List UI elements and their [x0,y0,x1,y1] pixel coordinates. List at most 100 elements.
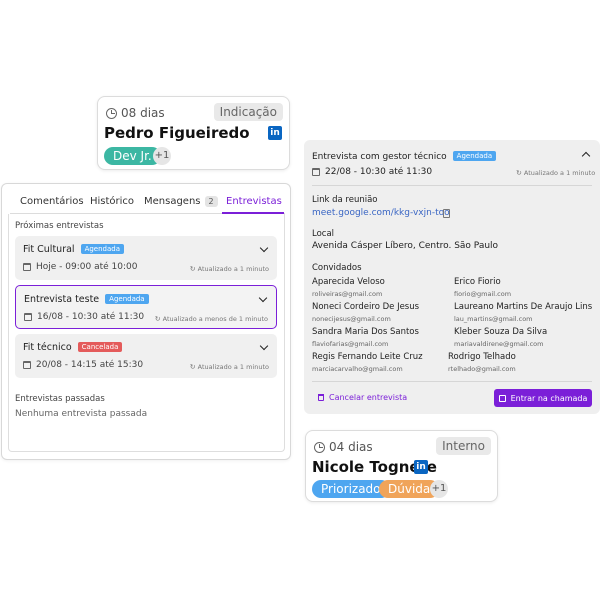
interview-title-row: Fit Cultural Agendada [23,244,125,255]
meeting-link-label: Link da reunião [312,195,378,205]
source-tag: Indicação [213,103,283,121]
candidate-name: Pedro Figueiredo [104,124,250,142]
interview-title-row: Entrevista teste Agendada [24,294,149,305]
guest-email: marciacarvalho@gmail.com [312,365,403,373]
interview-updated: ↻ Atualizado a menos de 1 minuto [155,315,268,323]
tab-mensagens-label: Mensagens [144,196,201,207]
chevron-down-icon[interactable] [258,293,268,303]
interview-updated-text: Atualizado a 1 minuto [197,265,269,273]
detail-date-row: 22/08 - 10:30 até 11:30 [312,167,432,177]
calendar-icon [23,263,31,271]
refresh-icon: ↻ [189,265,196,273]
cancel-interview-label: Cancelar entrevista [329,393,408,402]
status-badge: Cancelada [77,342,123,352]
join-call-label: Entrar na chamada [510,393,588,403]
refresh-icon: ↻ [189,363,196,371]
days-counter: 08 dias [106,106,165,120]
guest-name: Noneci Cordeiro De Jesus [312,302,420,312]
interview-updated: ↻ Atualizado a 1 minuto [190,363,269,371]
interview-item[interactable]: Fit Cultural Agendada Hoje - 09:00 até 10… [15,236,277,280]
more-tags-badge[interactable]: +1 [153,147,171,165]
guest-email: nonecijesus@gmail.com [312,315,391,323]
source-tag: Interno [436,437,491,455]
interviews-content: Próximas entrevistas Fit Cultural Agendad… [8,214,285,452]
calendar-icon [23,361,31,369]
guest-email: rtelhado@gmail.com [448,365,516,373]
past-interviews-empty: Nenhuma entrevista passada [15,409,148,419]
guest-name: Kleber Souza Da Silva [454,327,548,337]
days-text: 04 dias [329,440,373,454]
interview-date: 20/08 - 14:15 até 15:30 [36,360,144,370]
chevron-up-icon[interactable] [581,151,591,161]
chevron-down-icon[interactable] [259,243,269,253]
interview-date: Hoje - 09:00 até 10:00 [36,262,138,272]
interview-item[interactable]: Fit técnico Cancelada 20/08 - 14:15 até 1… [15,334,277,378]
interview-date-row: 20/08 - 14:15 até 15:30 [23,360,143,370]
guest-name: Laureano Martins De Araujo Lins [454,302,593,312]
detail-date: 22/08 - 10:30 até 11:30 [325,167,433,177]
interview-title-row: Fit técnico Cancelada [23,342,123,353]
status-badge: Agendada [80,244,125,254]
interview-title: Entrevista teste [24,294,100,305]
detail-updated-text: Atualizado a 1 minuto [523,169,596,177]
interview-updated-text: Atualizado a menos de 1 minuto [162,315,268,323]
more-tags-badge[interactable]: +1 [430,480,448,498]
guest-name: Erico Fiorio [454,277,501,287]
tab-entrevistas[interactable]: Entrevistas [226,196,282,207]
join-call-button[interactable]: Entrar na chamada [494,389,592,407]
guest-name: Sandra Maria Dos Santos [312,327,419,337]
trash-icon [318,394,324,401]
interview-date: 16/08 - 10:30 até 11:30 [37,312,145,322]
guest-email: roliveiras@gmail.com [312,290,383,298]
guest-email: flaviofarias@gmail.com [312,340,389,348]
guest-email: lau_martins@gmail.com [454,315,533,323]
detail-title-row: Entrevista com gestor técnico Agendada [312,151,497,162]
days-counter: 04 dias [314,440,373,454]
divider [312,185,592,186]
location-label: Local [312,229,335,239]
tab-bar: Comentários Histórico Mensagens 2 Entrevi… [10,190,285,214]
guest-email: fiorio@gmail.com [454,290,512,298]
clock-icon [314,441,325,453]
meeting-link[interactable]: meet.google.com/kkg-vxjn-too [312,208,450,218]
candidate-card-nicole[interactable]: 04 dias Interno Nicole Tognete in Priori… [305,430,498,502]
tag-pill: Priorizado [312,480,390,498]
interview-date-row: Hoje - 09:00 até 10:00 [23,262,137,272]
days-text: 08 dias [121,106,165,120]
past-interviews-label: Entrevistas passadas [15,394,105,404]
divider [312,381,592,382]
cancel-interview-button[interactable]: Cancelar entrevista [318,393,407,402]
interview-title: Fit Cultural [23,244,75,255]
detail-title: Entrevista com gestor técnico [312,152,447,162]
guests-label: Convidados [312,263,362,273]
tab-mensagens[interactable]: Mensagens 2 [144,196,218,207]
tab-historico[interactable]: Histórico [90,196,134,207]
status-badge: Agendada [105,294,149,304]
interview-date-row: 16/08 - 10:30 até 11:30 [24,312,144,322]
linkedin-icon[interactable]: in [414,460,428,474]
chevron-down-icon[interactable] [259,341,269,351]
external-link-icon [498,394,506,402]
refresh-icon: ↻ [154,315,161,323]
interview-updated-text: Atualizado a 1 minuto [197,363,269,371]
clock-icon [106,107,117,119]
location-value: Avenida Cásper Líbero, Centro. São Paulo [312,241,499,251]
copy-icon[interactable] [443,209,450,218]
interview-detail-panel: Entrevista com gestor técnico Agendada 22… [304,140,600,414]
linkedin-icon[interactable]: in [268,126,282,140]
tab-comentarios[interactable]: Comentários [20,196,84,207]
calendar-icon [24,313,32,321]
interviews-panel: Comentários Histórico Mensagens 2 Entrevi… [1,183,291,460]
interview-updated: ↻ Atualizado a 1 minuto [190,265,269,273]
interview-title: Fit técnico [23,342,72,353]
detail-updated: ↻ Atualizado a 1 minuto [516,169,595,177]
calendar-icon [312,168,320,176]
refresh-icon: ↻ [516,169,522,177]
candidate-card-pedro[interactable]: 08 dias Indicação Pedro Figueiredo in De… [97,96,290,170]
guest-name: Aparecida Veloso [312,277,385,287]
guest-name: Regis Fernando Leite Cruz [312,352,423,362]
messages-count-badge: 2 [204,196,218,207]
guest-email: mariavaldirene@gmail.com [454,340,544,348]
interview-item-selected[interactable]: Entrevista teste Agendada 16/08 - 10:30 a… [15,285,277,329]
detail-status-badge: Agendada [452,151,497,161]
